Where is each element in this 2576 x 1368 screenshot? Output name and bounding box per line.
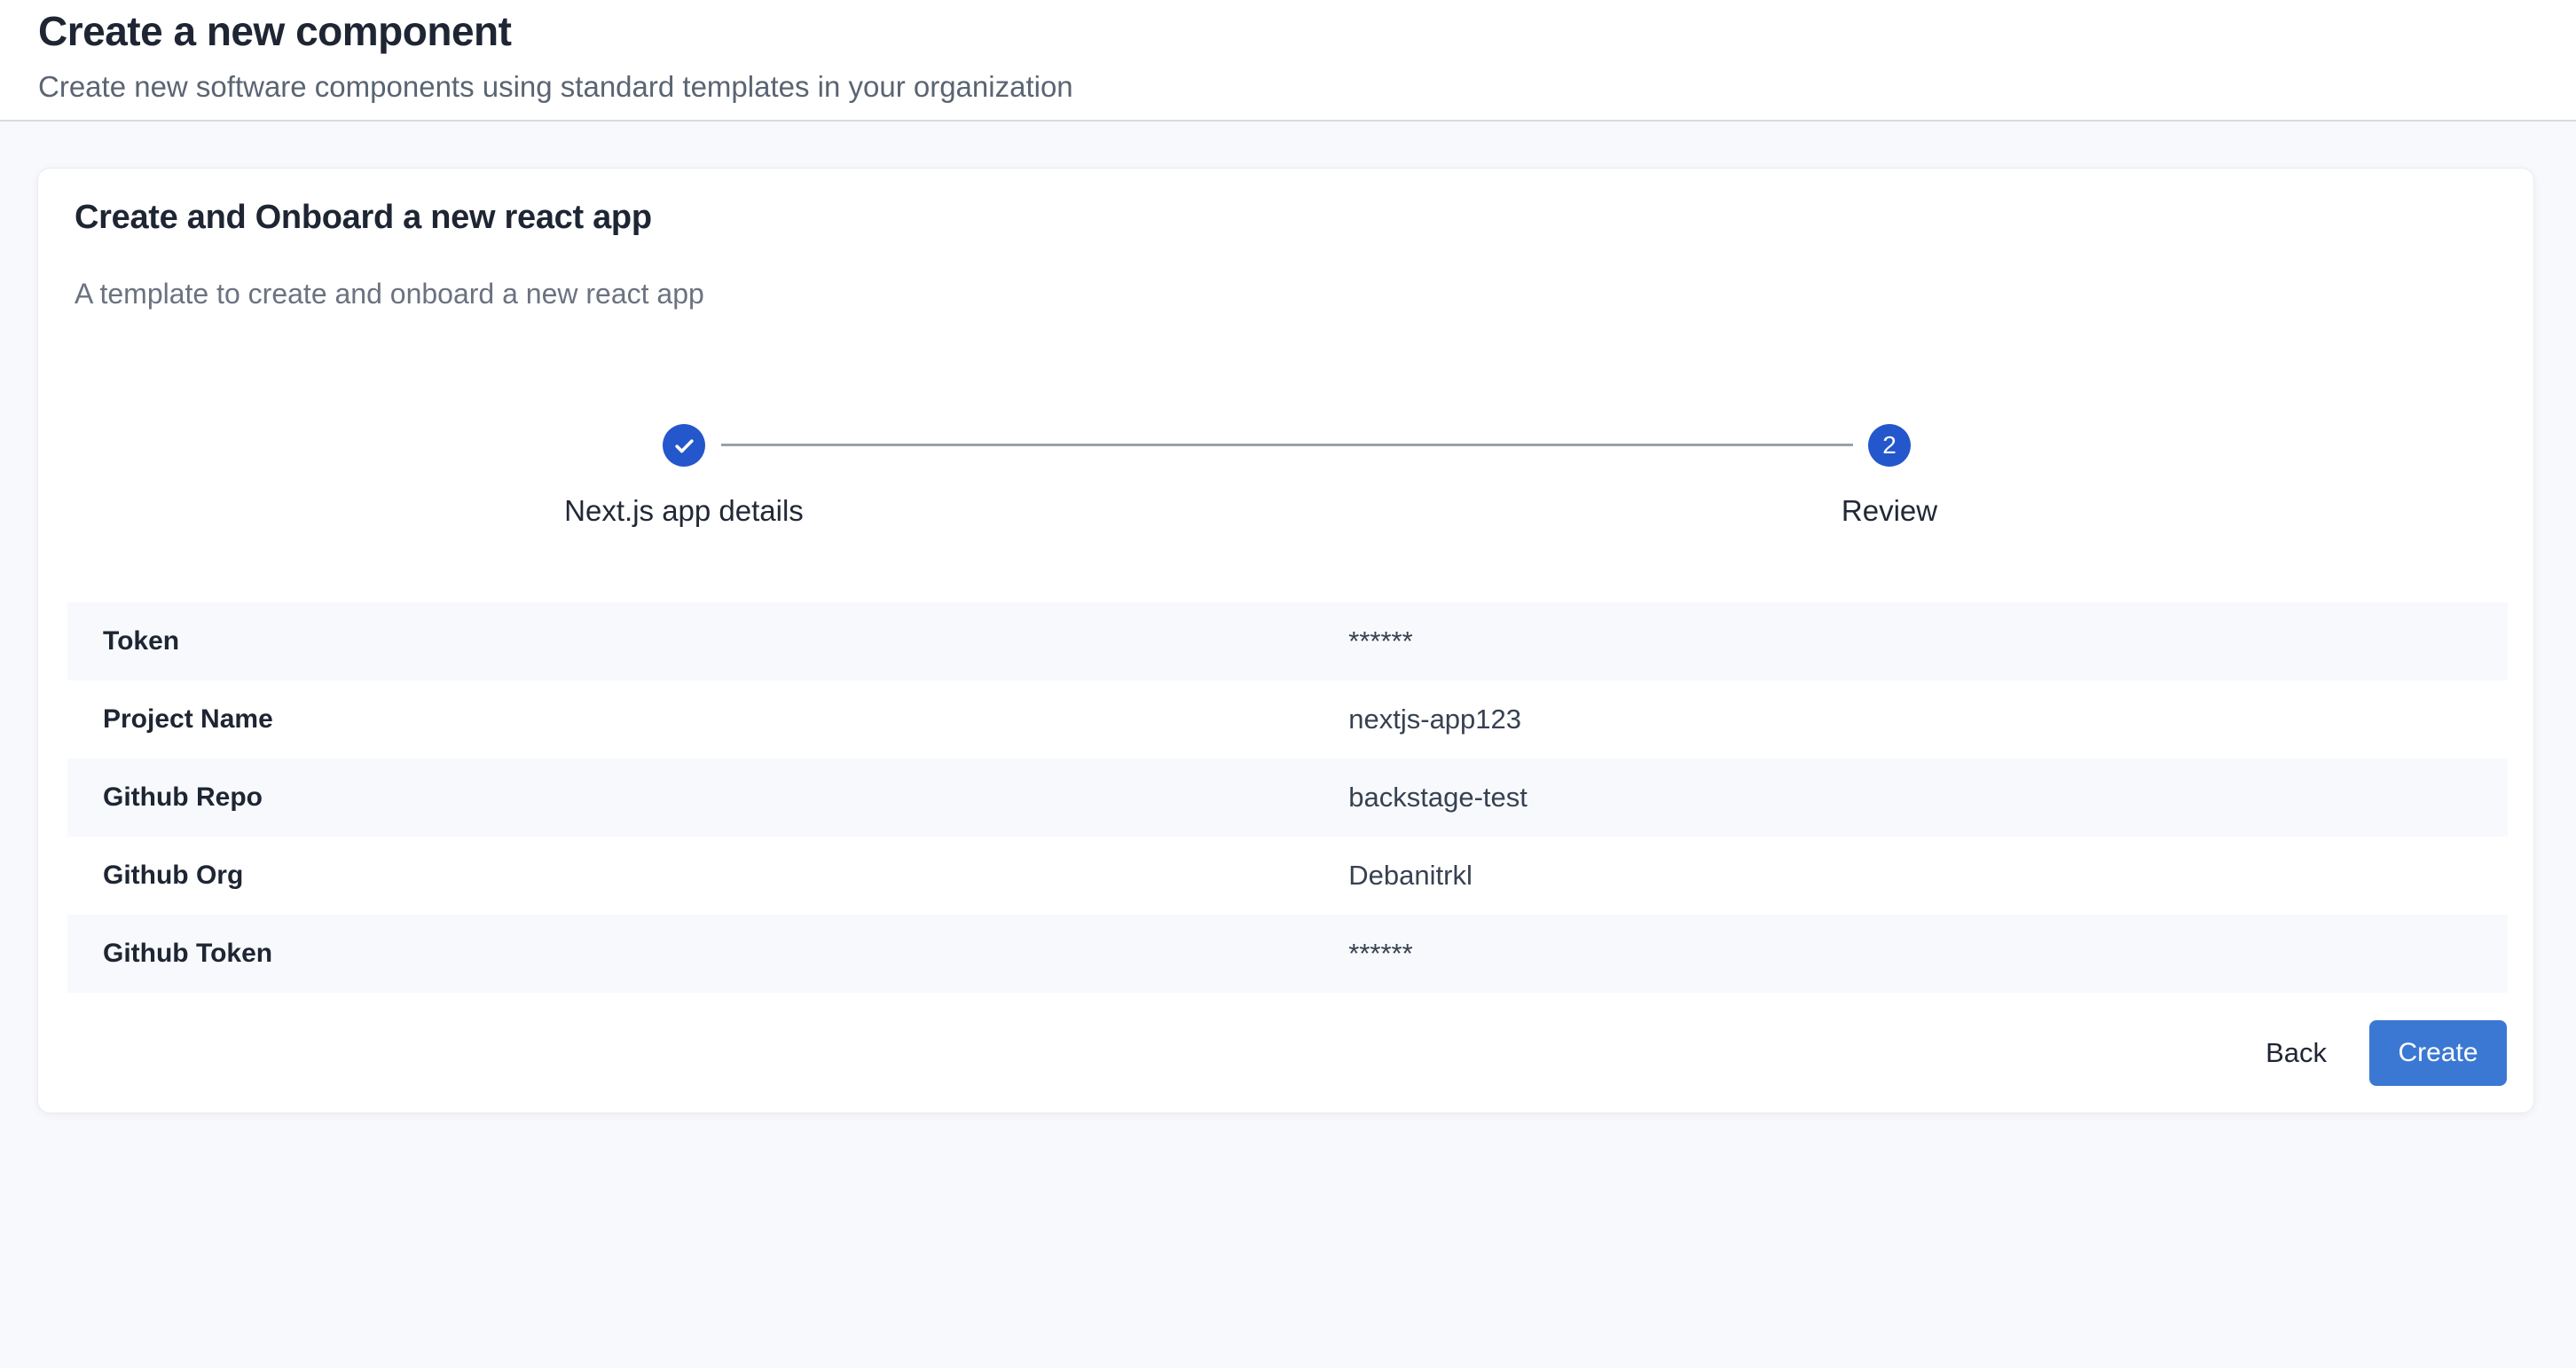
row-value: backstage-test <box>1348 782 2508 814</box>
page-subtitle: Create new software components using sta… <box>38 69 1073 105</box>
card-subtitle: A template to create and onboard a new r… <box>75 277 704 311</box>
table-row: Token ****** <box>67 602 2508 680</box>
page-header: Create a new component Create new softwa… <box>0 0 2576 122</box>
card-actions: Back Create <box>2244 1020 2507 1086</box>
row-value: Debanitrkl <box>1348 860 2508 892</box>
row-label: Token <box>67 626 1348 656</box>
check-icon <box>672 434 696 458</box>
template-card: Create and Onboard a new react app A tem… <box>37 168 2534 1113</box>
row-value: ****** <box>1348 625 2508 657</box>
step-indicator-active: 2 <box>1868 424 1911 467</box>
row-label: Github Org <box>67 861 1348 891</box>
row-label: Github Repo <box>67 782 1348 813</box>
row-value: ****** <box>1348 938 2508 970</box>
create-button[interactable]: Create <box>2369 1020 2507 1086</box>
table-row: Github Repo backstage-test <box>67 759 2508 837</box>
back-button[interactable]: Back <box>2244 1020 2348 1086</box>
table-row: Github Org Debanitrkl <box>67 837 2508 915</box>
table-row: Github Token ****** <box>67 915 2508 993</box>
row-label: Project Name <box>67 704 1348 735</box>
step-connector-line <box>721 444 1853 446</box>
step-indicator-completed <box>663 424 705 467</box>
step-label-review: Review <box>1623 493 2156 529</box>
row-value: nextjs-app123 <box>1348 704 2508 735</box>
review-table: Token ****** Project Name nextjs-app123 … <box>67 602 2508 993</box>
step-label-nextjs-app-details: Next.js app details <box>418 493 950 529</box>
step-number: 2 <box>1882 433 1897 458</box>
card-title: Create and Onboard a new react app <box>75 198 652 239</box>
page-title: Create a new component <box>38 8 511 55</box>
row-label: Github Token <box>67 939 1348 969</box>
table-row: Project Name nextjs-app123 <box>67 680 2508 759</box>
